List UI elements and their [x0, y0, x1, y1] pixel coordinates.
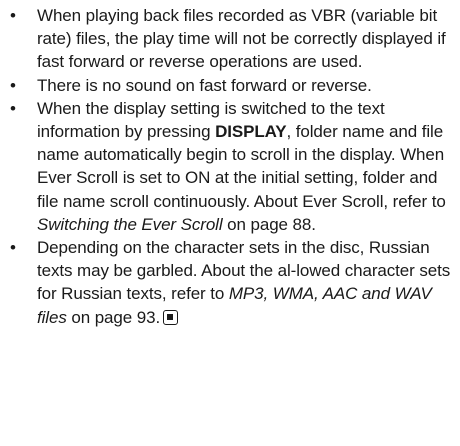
display-key-label: DISPLAY — [215, 122, 287, 142]
item-text: There is no sound on fast forward or rev… — [37, 75, 372, 95]
list-item: • When playing back files recorded as VB… — [8, 4, 456, 74]
document-page: • When playing back files recorded as VB… — [0, 0, 460, 446]
list-item: • Depending on the character sets in the… — [8, 236, 456, 329]
item-text: on page 93. — [66, 307, 161, 327]
cross-reference: Switching the Ever Scroll — [37, 214, 223, 234]
list-item: • When the display setting is switched t… — [8, 97, 456, 236]
bullet-icon: • — [10, 98, 16, 118]
list-item: • There is no sound on fast forward or r… — [8, 74, 456, 97]
bullet-icon: • — [10, 75, 16, 95]
bullet-icon: • — [10, 6, 16, 25]
item-text: on page 88. — [222, 214, 316, 234]
bullet-list: • When playing back files recorded as VB… — [8, 4, 456, 329]
item-text: When playing back files recorded as VBR … — [37, 6, 446, 72]
bullet-icon: • — [10, 238, 16, 258]
end-of-section-square-icon — [163, 309, 179, 325]
